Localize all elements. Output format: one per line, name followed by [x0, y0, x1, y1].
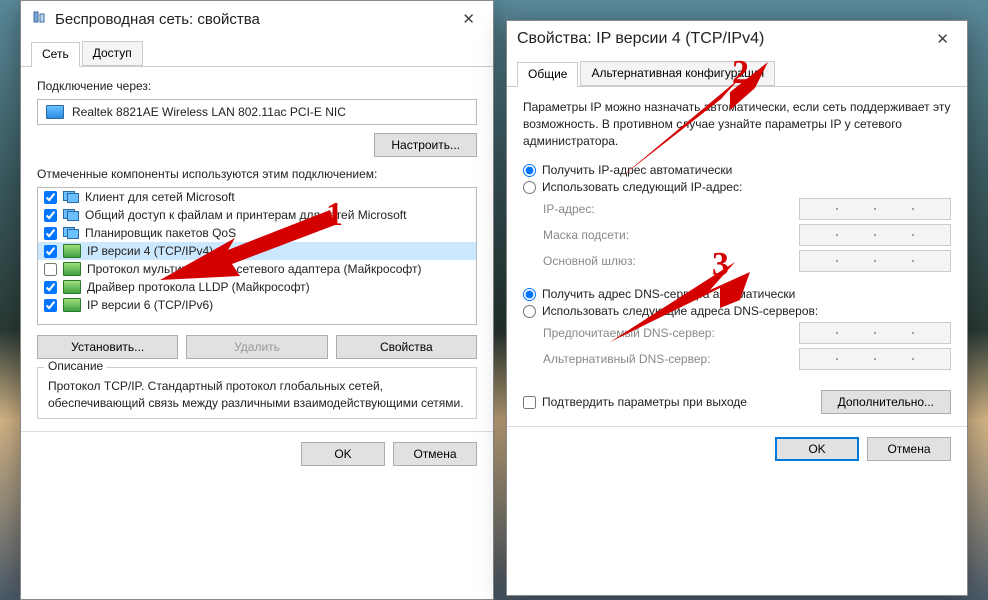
gateway-input [799, 250, 951, 272]
dialog-title: Беспроводная сеть: свойства [55, 11, 260, 28]
component-label: IP версии 4 (TCP/IPv4) [87, 244, 213, 258]
dns-manual-label: Использовать следующие адреса DNS-сервер… [542, 304, 818, 318]
component-label: Протокол мультиплексора сетевого адаптер… [87, 262, 421, 276]
component-label: Клиент для сетей Microsoft [85, 190, 235, 204]
tab-access[interactable]: Доступ [82, 41, 143, 66]
configure-button[interactable]: Настроить... [374, 133, 477, 157]
cancel-button[interactable]: Отмена [867, 437, 951, 461]
subnet-mask-input [799, 224, 951, 246]
ip-manual-label: Использовать следующий IP-адрес: [542, 180, 742, 194]
component-checkbox[interactable] [44, 281, 57, 294]
network-clients-icon [63, 209, 79, 221]
component-checkbox[interactable] [44, 209, 57, 222]
protocol-icon [63, 280, 81, 294]
description-group: Описание Протокол TCP/IP. Стандартный пр… [37, 367, 477, 419]
component-item[interactable]: Протокол мультиплексора сетевого адаптер… [38, 260, 476, 278]
description-text: Протокол TCP/IP. Стандартный протокол гл… [48, 378, 466, 412]
component-label: IP версии 6 (TCP/IPv6) [87, 298, 213, 312]
component-label: Планировщик пакетов QoS [85, 226, 236, 240]
component-checkbox[interactable] [44, 245, 57, 258]
confirm-exit-label: Подтвердить параметры при выходе [542, 395, 747, 409]
dns-pref-label: Предпочитаемый DNS-сервер: [543, 326, 799, 340]
dns-manual-radio-row[interactable]: Использовать следующие адреса DNS-сервер… [523, 304, 951, 318]
dns-alt-label: Альтернативный DNS-сервер: [543, 352, 799, 366]
cancel-button[interactable]: Отмена [393, 442, 477, 466]
dns-auto-radio[interactable] [523, 288, 536, 301]
install-button[interactable]: Установить... [37, 335, 178, 359]
dns-manual-radio[interactable] [523, 305, 536, 318]
components-label: Отмеченные компоненты используются этим … [37, 167, 477, 181]
component-item[interactable]: Клиент для сетей Microsoft [38, 188, 476, 206]
gateway-label: Основной шлюз: [543, 254, 799, 268]
component-label: Общий доступ к файлам и принтерам для се… [85, 208, 406, 222]
network-clients-icon [63, 227, 79, 239]
protocol-icon [63, 298, 81, 312]
component-item[interactable]: Общий доступ к файлам и принтерам для се… [38, 206, 476, 224]
component-item[interactable]: IP версии 6 (TCP/IPv6) [38, 296, 476, 314]
tab-alternate[interactable]: Альтернативная конфигурация [580, 61, 775, 86]
ip-auto-radio[interactable] [523, 164, 536, 177]
titlebar[interactable]: Свойства: IP версии 4 (TCP/IPv4) ✕ [507, 21, 967, 57]
component-checkbox[interactable] [44, 191, 57, 204]
confirm-exit-checkbox[interactable] [523, 396, 536, 409]
component-item[interactable]: Планировщик пакетов QoS [38, 224, 476, 242]
subnet-mask-label: Маска подсети: [543, 228, 799, 242]
titlebar[interactable]: Беспроводная сеть: свойства ✕ [21, 1, 493, 37]
ip-auto-radio-row[interactable]: Получить IP-адрес автоматически [523, 163, 951, 177]
dns-auto-label: Получить адрес DNS-сервера автоматически [542, 287, 795, 301]
component-item[interactable]: Драйвер протокола LLDP (Майкрософт) [38, 278, 476, 296]
connect-via-label: Подключение через: [37, 79, 477, 93]
adapter-box: Realtek 8821AE Wireless LAN 802.11ac PCI… [37, 99, 477, 125]
component-label: Драйвер протокола LLDP (Майкрософт) [87, 280, 310, 294]
adapter-name: Realtek 8821AE Wireless LAN 802.11ac PCI… [72, 105, 346, 119]
tab-general[interactable]: Общие [517, 62, 578, 87]
confirm-exit-row[interactable]: Подтвердить параметры при выходе [523, 395, 821, 409]
ip-address-input [799, 198, 951, 220]
description-title: Описание [44, 359, 107, 373]
component-item[interactable]: IP версии 4 (TCP/IPv4) [38, 242, 476, 260]
dialog-title: Свойства: IP версии 4 (TCP/IPv4) [517, 30, 764, 48]
ip-manual-radio-row[interactable]: Использовать следующий IP-адрес: [523, 180, 951, 194]
tab-strip: Сеть Доступ [21, 41, 493, 67]
advanced-button[interactable]: Дополнительно... [821, 390, 951, 414]
protocol-icon [63, 244, 81, 258]
protocol-icon [63, 262, 81, 276]
component-checkbox[interactable] [44, 263, 57, 276]
component-list[interactable]: Клиент для сетей Microsoft Общий доступ к… [37, 187, 477, 325]
intro-text: Параметры IP можно назначать автоматичес… [523, 99, 951, 149]
component-checkbox[interactable] [44, 299, 57, 312]
wireless-properties-dialog: Беспроводная сеть: свойства ✕ Сеть Досту… [20, 0, 494, 600]
close-icon[interactable]: ✕ [928, 26, 957, 52]
tab-network[interactable]: Сеть [31, 42, 80, 67]
ok-button[interactable]: OK [301, 442, 385, 466]
network-adapter-icon [31, 11, 47, 27]
ipv4-properties-dialog: Свойства: IP версии 4 (TCP/IPv4) ✕ Общие… [506, 20, 968, 596]
properties-button[interactable]: Свойства [336, 335, 477, 359]
ip-address-label: IP-адрес: [543, 202, 799, 216]
dns-alt-input [799, 348, 951, 370]
remove-button: Удалить [186, 335, 327, 359]
dns-pref-input [799, 322, 951, 344]
component-checkbox[interactable] [44, 227, 57, 240]
dns-auto-radio-row[interactable]: Получить адрес DNS-сервера автоматически [523, 287, 951, 301]
close-icon[interactable]: ✕ [454, 6, 483, 32]
network-clients-icon [63, 191, 79, 203]
ip-manual-radio[interactable] [523, 181, 536, 194]
ip-auto-label: Получить IP-адрес автоматически [542, 163, 732, 177]
adapter-icon [46, 105, 64, 119]
tab-strip: Общие Альтернативная конфигурация [507, 61, 967, 87]
ok-button[interactable]: OK [775, 437, 859, 461]
